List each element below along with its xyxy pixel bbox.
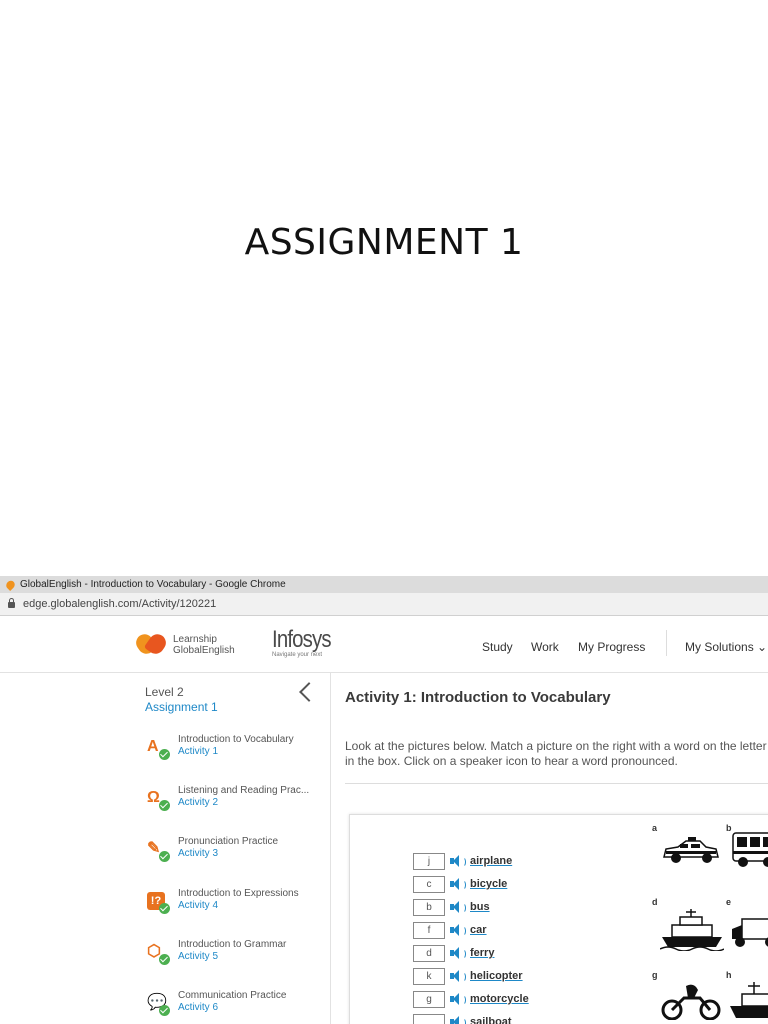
truck-picture[interactable] — [730, 915, 768, 949]
check-icon — [159, 1005, 170, 1016]
infosys-logo: Infosys Navigate your next — [272, 626, 341, 658]
assignment-link[interactable]: Assignment 1 — [145, 700, 218, 714]
divider — [345, 783, 768, 784]
slide-title: ASSIGNMENT 1 — [244, 222, 524, 263]
word-link[interactable]: sailboat — [470, 1016, 512, 1024]
activity-sidebar: Level 2 Assignment 1 A Introduction to V… — [0, 673, 331, 1024]
answer-box[interactable]: f — [413, 921, 445, 939]
sidebar-activity-2[interactable]: Ω Listening and Reading Prac... Activity… — [147, 785, 327, 825]
word-link[interactable]: helicopter — [470, 970, 523, 982]
word-row: c bicycle — [413, 875, 507, 893]
brand-line2: GlobalEnglish — [173, 645, 235, 656]
answer-box[interactable]: b — [413, 898, 445, 916]
nav-my-solutions[interactable]: My Solutions ⌄ — [685, 640, 767, 654]
globalenglish-favicon-icon — [4, 578, 17, 591]
back-chevron-icon[interactable] — [299, 682, 319, 702]
speaker-icon[interactable] — [450, 878, 466, 890]
window-titlebar: GlobalEnglish - Introduction to Vocabula… — [0, 576, 768, 593]
browser-screenshot: GlobalEnglish - Introduction to Vocabula… — [0, 576, 768, 1024]
check-icon — [159, 903, 170, 914]
speaker-icon[interactable] — [450, 855, 466, 867]
answer-box[interactable]: j — [413, 852, 445, 870]
picture-label-h: h — [726, 970, 732, 980]
speaker-icon[interactable] — [450, 1016, 466, 1024]
word-link[interactable]: airplane — [470, 855, 512, 867]
ferry-picture[interactable] — [660, 907, 724, 951]
answer-box[interactable]: g — [413, 990, 445, 1008]
vocabulary-icon: A — [147, 738, 170, 760]
check-icon — [159, 954, 170, 965]
headphones-icon: Ω — [147, 789, 170, 811]
word-row: sailboat — [413, 1013, 512, 1024]
police-car-picture[interactable] — [660, 835, 720, 867]
speaker-icon[interactable] — [450, 924, 466, 936]
word-link[interactable]: bus — [470, 901, 490, 913]
word-row: f car — [413, 921, 487, 939]
word-link[interactable]: motorcycle — [470, 993, 529, 1005]
bus-picture[interactable] — [730, 829, 768, 869]
picture-label-e: e — [726, 897, 732, 907]
nav-work[interactable]: Work — [531, 640, 559, 654]
word-row: k helicopter — [413, 967, 523, 985]
heart-logo-icon — [132, 630, 170, 658]
level-label: Level 2 — [145, 685, 184, 699]
ship-picture[interactable] — [730, 980, 768, 1022]
address-bar[interactable]: edge.globalenglish.com/Activity/120221 — [0, 593, 768, 616]
speech-bubble-icon: 💬 — [147, 994, 170, 1016]
answer-box[interactable] — [413, 1013, 445, 1024]
top-navigation: Learnship GlobalEnglish Infosys Navigate… — [0, 616, 768, 673]
check-icon — [159, 851, 170, 862]
picture-label-d: d — [652, 897, 658, 907]
sidebar-activity-6[interactable]: 💬 Communication Practice Activity 6 — [147, 990, 327, 1024]
nav-my-progress[interactable]: My Progress — [578, 640, 645, 654]
answer-box[interactable]: c — [413, 875, 445, 893]
sidebar-activity-3[interactable]: ✎ Pronunciation Practice Activity 3 — [147, 836, 327, 876]
matching-exercise-card: j airplane c bicycle b bus f car d ferry… — [349, 814, 768, 1024]
word-link[interactable]: ferry — [470, 947, 494, 959]
nav-study[interactable]: Study — [482, 640, 513, 654]
url-text[interactable]: edge.globalenglish.com/Activity/120221 — [23, 598, 216, 610]
activity-heading: Activity 1: Introduction to Vocabulary — [345, 689, 611, 706]
sidebar-activity-1[interactable]: A Introduction to Vocabulary Activity 1 — [147, 734, 327, 774]
learnship-logo[interactable]: Learnship GlobalEnglish — [132, 630, 235, 658]
brand-line1: Learnship — [173, 634, 217, 645]
picture-label-g: g — [652, 970, 658, 980]
motorcycle-picture[interactable] — [660, 980, 722, 1020]
check-icon — [159, 800, 170, 811]
speaker-icon[interactable] — [450, 947, 466, 959]
speaker-icon[interactable] — [450, 901, 466, 913]
word-row: j airplane — [413, 852, 512, 870]
check-icon — [159, 749, 170, 760]
grammar-cube-icon: ⬡ — [147, 943, 170, 965]
nav-divider — [666, 630, 667, 656]
word-link[interactable]: bicycle — [470, 878, 507, 890]
microphone-icon: ✎ — [147, 840, 170, 862]
answer-box[interactable]: k — [413, 967, 445, 985]
chevron-down-icon: ⌄ — [757, 640, 768, 654]
word-row: b bus — [413, 898, 490, 916]
sidebar-activity-5[interactable]: ⬡ Introduction to Grammar Activity 5 — [147, 939, 327, 979]
word-row: g motorcycle — [413, 990, 529, 1008]
activity-instructions: Look at the pictures below. Match a pict… — [345, 739, 767, 768]
expression-icon: !? — [147, 892, 170, 914]
word-link[interactable]: car — [470, 924, 487, 936]
activity-content: Activity 1: Introduction to Vocabulary L… — [331, 673, 768, 1024]
lock-icon — [8, 598, 15, 608]
speaker-icon[interactable] — [450, 970, 466, 982]
window-title: GlobalEnglish - Introduction to Vocabula… — [20, 579, 286, 590]
infosys-name: Infosys — [272, 626, 332, 653]
word-row: d ferry — [413, 944, 494, 962]
answer-box[interactable]: d — [413, 944, 445, 962]
speaker-icon[interactable] — [450, 993, 466, 1005]
sidebar-activity-4[interactable]: !? Introduction to Expressions Activity … — [147, 888, 327, 928]
picture-label-a: a — [652, 823, 658, 833]
